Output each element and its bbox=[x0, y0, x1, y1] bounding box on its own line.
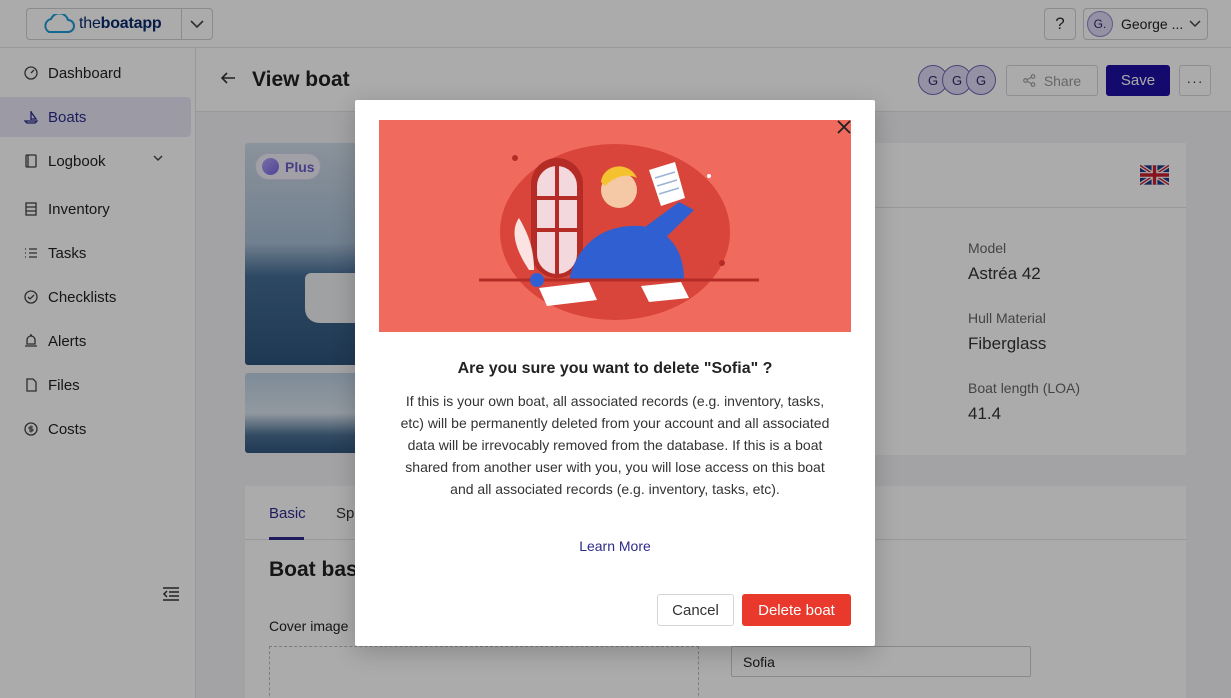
cancel-button[interactable]: Cancel bbox=[657, 594, 734, 626]
delete-boat-button[interactable]: Delete boat bbox=[742, 594, 851, 626]
close-icon[interactable] bbox=[835, 118, 853, 136]
modal-title: Are you sure you want to delete "Sofia" … bbox=[457, 360, 773, 377]
delete-boat-dialog: Are you sure you want to delete "Sofia" … bbox=[355, 100, 875, 646]
delete-illustration bbox=[379, 120, 851, 332]
person-reading-illustration bbox=[479, 144, 759, 320]
learn-more-link[interactable]: Learn More bbox=[355, 538, 875, 554]
modal-message: If this is your own boat, all associated… bbox=[400, 393, 830, 497]
